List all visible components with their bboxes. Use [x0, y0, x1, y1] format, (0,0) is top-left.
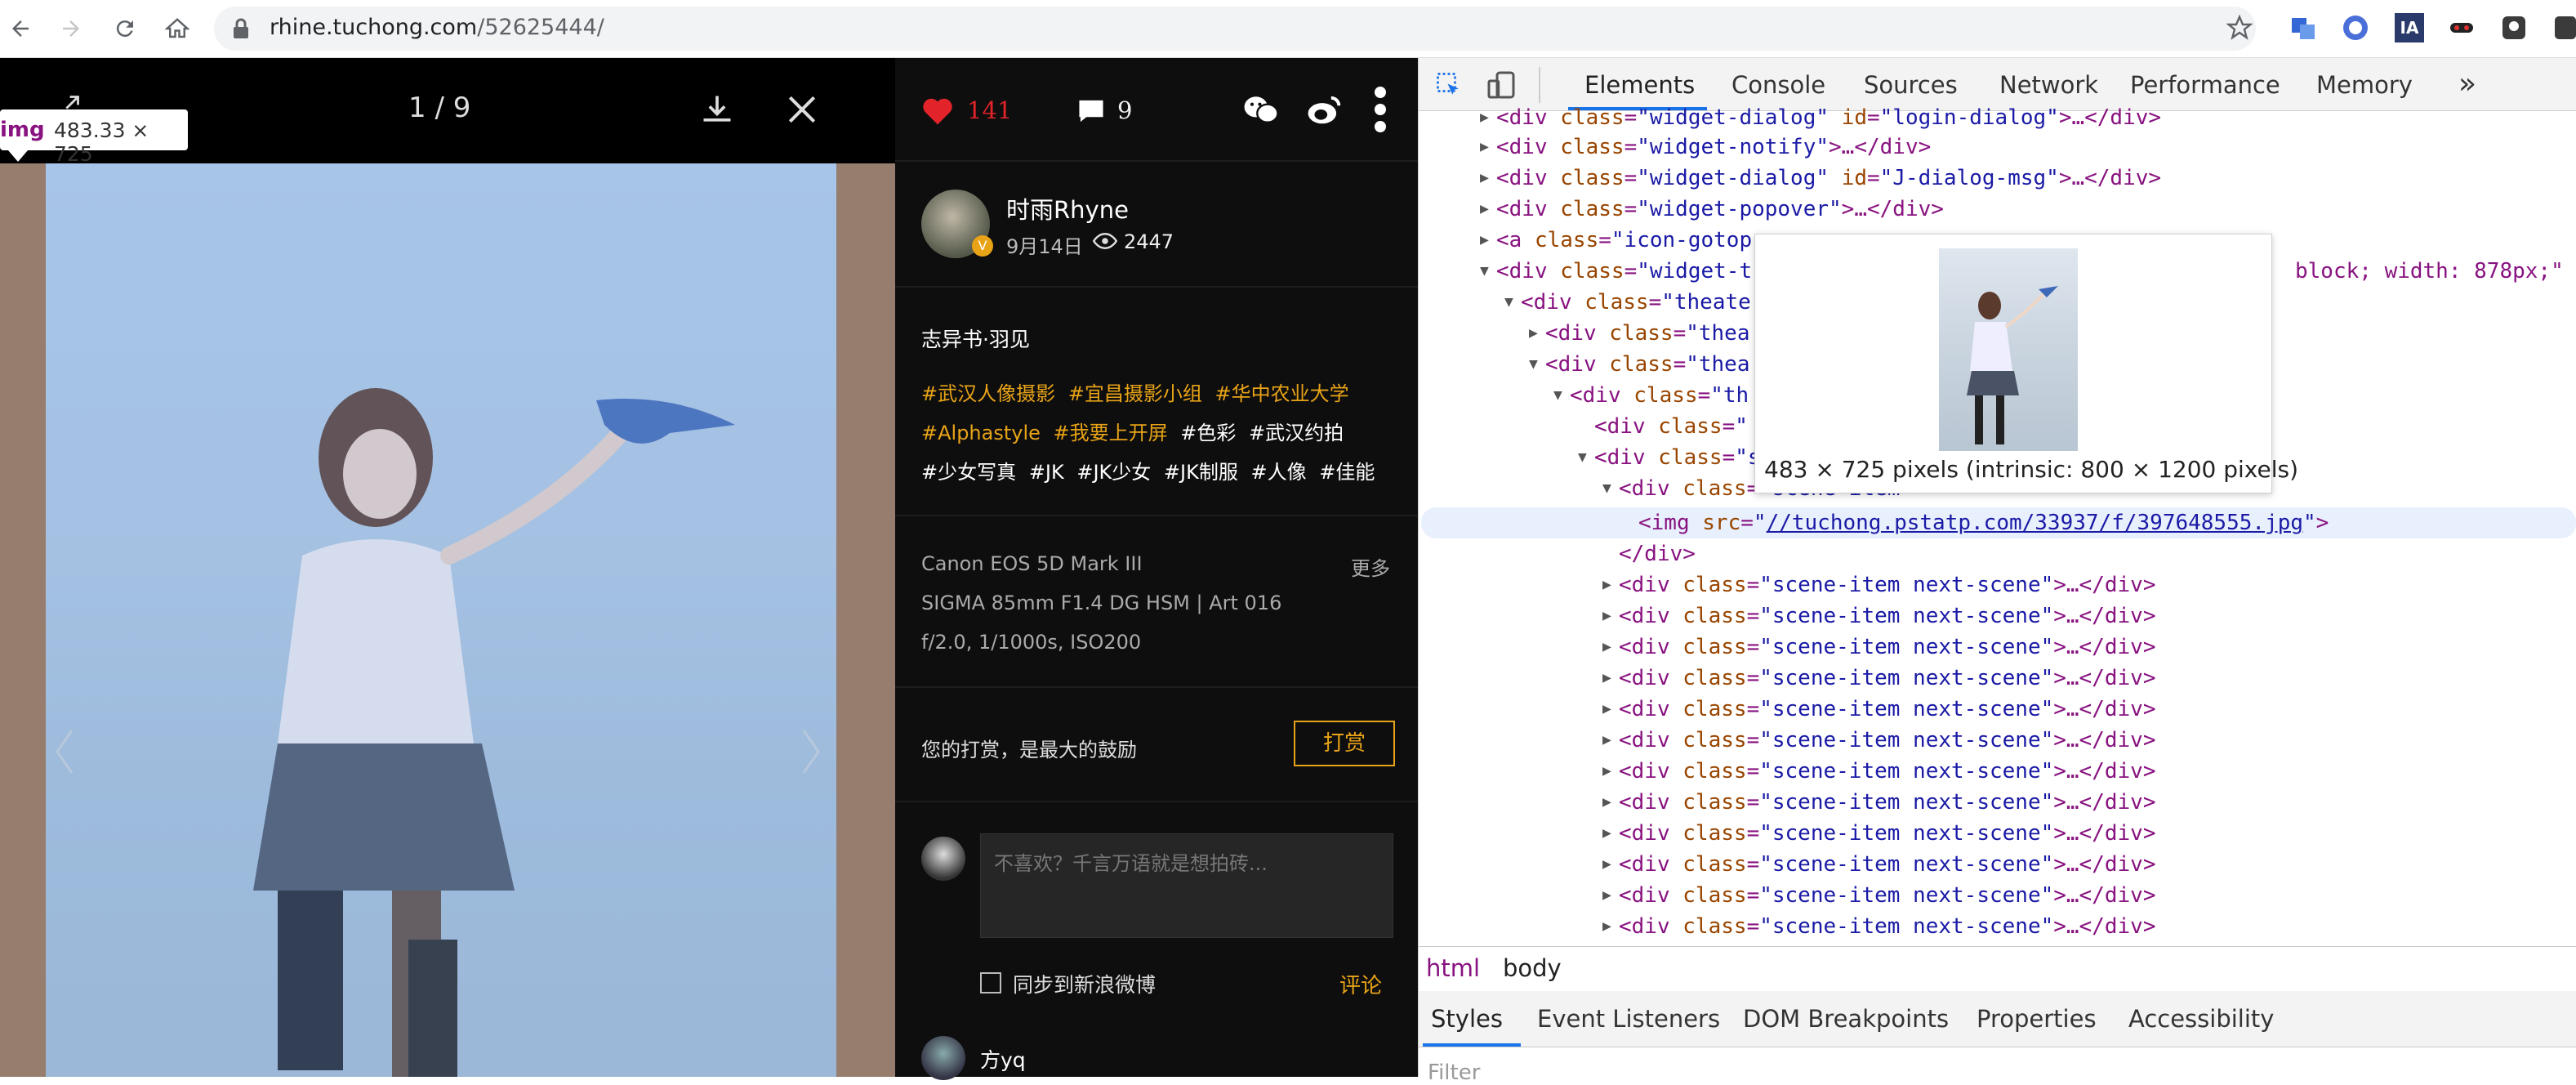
tag-link[interactable]: #佳能	[1319, 461, 1375, 484]
breadcrumb-body[interactable]: body	[1503, 954, 1562, 982]
exif-exposure: f/2.0, 1/1000s, ISO200	[921, 631, 1142, 654]
more-vertical-icon[interactable]	[1370, 87, 1390, 132]
tag-link[interactable]: #色彩	[1180, 422, 1236, 444]
prev-arrow-icon[interactable]	[52, 727, 77, 776]
tab-memory[interactable]: Memory	[2316, 71, 2413, 99]
browser-toolbar: rhine.tuchong.com/52625444/ IA	[0, 0, 2576, 58]
post-date: 9月14日	[1006, 235, 1083, 258]
inspect-size-badge: img 483.33 × 725	[0, 109, 188, 166]
back-button[interactable]	[3, 11, 38, 46]
tag-link[interactable]: #人像	[1250, 461, 1306, 484]
author-name[interactable]: 时雨Rhyne	[1006, 191, 1129, 225]
image-counter: 1 / 9	[408, 92, 471, 124]
tag-link[interactable]: #我要上开屏	[1054, 422, 1168, 444]
comment-placeholder: 不喜欢？千言万语就是想拍砖...	[994, 852, 1268, 875]
extension-partial-icon[interactable]	[2551, 13, 2576, 42]
verified-badge-icon: V	[972, 235, 993, 257]
heart-icon[interactable]	[921, 96, 954, 126]
close-icon[interactable]	[784, 92, 820, 127]
reward-button[interactable]: 打赏	[1294, 721, 1395, 766]
comment-icon[interactable]	[1076, 98, 1106, 124]
reward-text: 您的打赏，是最大的鼓励	[921, 739, 1137, 761]
exif-more-link[interactable]: 更多	[1351, 552, 1390, 581]
sync-weibo-label: 同步到新浪微博	[1013, 973, 1157, 997]
tab-dom-breakpoints[interactable]: DOM Breakpoints	[1743, 1005, 1949, 1033]
exif-lens: SIGMA 85mm F1.4 DG HSM | Art 016	[921, 592, 1282, 614]
extension-ia-icon[interactable]: IA	[2395, 13, 2424, 42]
arrow-right-icon	[63, 20, 79, 37]
reload-button[interactable]	[108, 11, 142, 46]
inspect-badge-size: 483.33 × 725	[54, 118, 149, 166]
next-arrow-icon[interactable]	[799, 727, 823, 776]
eye-icon	[1093, 232, 1117, 250]
post-title: 志异书·羽见	[921, 328, 1030, 351]
inspect-element-icon[interactable]	[1434, 70, 1464, 100]
url-text[interactable]: rhine.tuchong.com/52625444/	[270, 15, 604, 40]
weibo-icon[interactable]	[1307, 93, 1343, 126]
reload-icon	[116, 20, 133, 38]
current-user-avatar	[921, 837, 965, 881]
comment-submit-button[interactable]: 评论	[1339, 969, 1382, 999]
tag-link[interactable]: #Alphastyle	[921, 422, 1041, 444]
view-count: 2447	[1124, 230, 1174, 253]
extension-translate-icon[interactable]	[2289, 13, 2318, 42]
bookmark-star-icon[interactable]	[2226, 15, 2253, 41]
like-count[interactable]: 141	[967, 96, 1012, 124]
tags-line-2: #Alphastyle #我要上开屏 #色彩 #武汉约拍	[921, 417, 1344, 445]
tag-link[interactable]: #JK制服	[1164, 461, 1238, 484]
extension-mask-icon[interactable]	[2447, 13, 2476, 42]
tab-properties[interactable]: Properties	[1977, 1005, 2097, 1033]
styles-filter-input[interactable]: Filter	[1428, 1060, 1480, 1085]
home-button[interactable]	[160, 11, 194, 46]
url-host: rhine.tuchong.com	[270, 15, 478, 40]
lock-icon	[234, 18, 248, 38]
comment-count[interactable]: 9	[1117, 96, 1132, 124]
extension-circle-icon[interactable]	[2341, 13, 2370, 42]
tag-link[interactable]: #华中农业大学	[1215, 382, 1349, 405]
breadcrumb	[1419, 946, 2576, 992]
url-path: /52625444/	[477, 15, 604, 40]
tag-link[interactable]: #JK少女	[1076, 461, 1151, 484]
forward-button[interactable]	[54, 11, 88, 46]
commenter-name[interactable]: 方yq	[980, 1044, 1026, 1074]
tag-link[interactable]: #武汉人像摄影	[921, 382, 1055, 405]
img-src-link[interactable]: //tuchong.pstatp.com/33937/f/397648555.j…	[1767, 511, 2303, 535]
tab-sources[interactable]: Sources	[1864, 71, 1958, 99]
inspect-badge-tag: img	[0, 118, 45, 142]
more-tabs-button[interactable]: »	[2458, 67, 2476, 100]
tab-performance[interactable]: Performance	[2130, 71, 2280, 99]
extension-shield-icon[interactable]	[2499, 13, 2529, 42]
arrow-left-icon	[12, 20, 29, 37]
tag-link[interactable]: #少女写真	[921, 461, 1016, 484]
exif-camera: Canon EOS 5D Mark III	[921, 552, 1143, 575]
tags-line-3: #少女写真 #JK #JK少女 #JK制服 #人像 #佳能	[921, 456, 1375, 484]
tag-link[interactable]: #JK	[1029, 461, 1064, 484]
tab-network[interactable]: Network	[1999, 71, 2098, 99]
tab-elements[interactable]: Elements	[1584, 71, 1695, 99]
home-icon	[165, 18, 189, 38]
tab-accessibility[interactable]: Accessibility	[2128, 1005, 2274, 1033]
tags-line-1: #武汉人像摄影 #宜昌摄影小组 #华中农业大学	[921, 377, 1349, 406]
image-preview-thumbnail	[1939, 248, 2078, 451]
breadcrumb-html[interactable]: html	[1426, 954, 1480, 982]
active-subtab-indicator	[1423, 1043, 1521, 1047]
sync-weibo-checkbox[interactable]	[980, 972, 1001, 993]
comment-input[interactable]: 不喜欢？千言万语就是想拍砖...	[980, 833, 1393, 938]
wechat-icon[interactable]	[1243, 93, 1279, 126]
commenter-avatar[interactable]	[921, 1036, 965, 1080]
tab-styles[interactable]: Styles	[1431, 1005, 1503, 1033]
image-preview-dimensions: 483 × 725 pixels (intrinsic: 800 × 1200 …	[1764, 456, 2299, 483]
tag-link[interactable]: #武汉约拍	[1249, 422, 1344, 444]
tab-console[interactable]: Console	[1731, 71, 1825, 99]
download-icon[interactable]	[699, 92, 735, 127]
inspect-highlight-overlay	[0, 163, 895, 1077]
tab-event-listeners[interactable]: Event Listeners	[1537, 1005, 1720, 1033]
device-toolbar-icon[interactable]	[1485, 69, 1518, 101]
tag-link[interactable]: #宜昌摄影小组	[1068, 382, 1202, 405]
